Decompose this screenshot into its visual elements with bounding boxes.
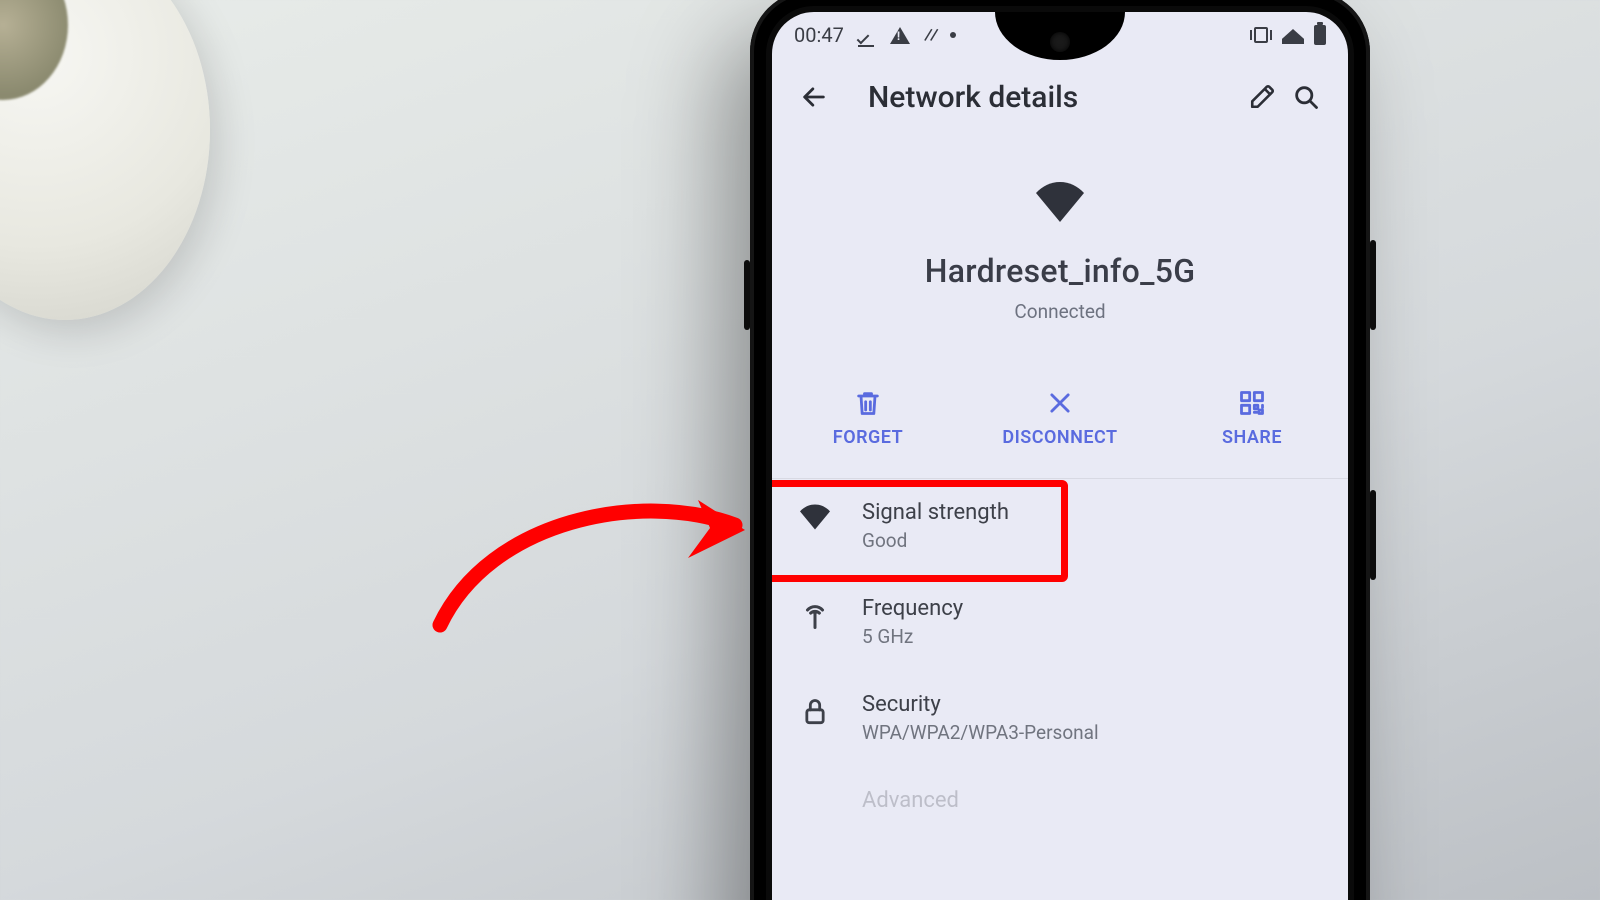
antenna-icon <box>798 596 832 630</box>
phone-screen: 00:47 ⁄⁄ Network details <box>772 12 1348 900</box>
lock-icon <box>798 692 832 726</box>
traffic-icon: ⁄⁄ <box>924 23 936 47</box>
arrow-back-icon <box>800 83 828 111</box>
signal-strength-value: Good <box>862 529 1009 552</box>
status-time: 00:47 <box>794 23 844 47</box>
network-state: Connected <box>772 300 1348 323</box>
advanced-title: Advanced <box>862 788 959 813</box>
warning-icon <box>890 27 910 44</box>
wifi-status-icon <box>1282 26 1304 44</box>
annotation-arrow <box>430 480 770 664</box>
network-header: Hardreset_info_5G Connected <box>772 142 1348 353</box>
app-bar: Network details <box>772 58 1348 136</box>
action-row: FORGET DISCONNECT SHARE <box>772 358 1348 479</box>
plant-pot-decor <box>0 0 210 320</box>
frequency-row[interactable]: Frequency 5 GHz <box>772 574 1348 670</box>
share-label: SHARE <box>1222 427 1282 448</box>
security-row[interactable]: Security WPA/WPA2/WPA3-Personal <box>772 670 1348 766</box>
wifi-icon <box>798 500 832 530</box>
signal-strength-title: Signal strength <box>862 500 1009 525</box>
search-button[interactable] <box>1284 75 1328 119</box>
search-icon <box>1292 83 1320 111</box>
frequency-value: 5 GHz <box>862 625 963 648</box>
advanced-row[interactable]: Advanced <box>772 766 1348 835</box>
back-button[interactable] <box>792 75 836 119</box>
forget-button[interactable]: FORGET <box>772 358 964 478</box>
close-icon <box>1046 389 1074 417</box>
signal-strength-row[interactable]: Signal strength Good <box>772 478 1348 574</box>
battery-icon <box>1314 25 1326 45</box>
network-details-list: Signal strength Good Frequency 5 GHz <box>772 478 1348 835</box>
share-button[interactable]: SHARE <box>1156 358 1348 478</box>
frequency-title: Frequency <box>862 596 963 621</box>
page-title: Network details <box>868 80 1078 115</box>
forget-label: FORGET <box>833 427 903 448</box>
download-done-icon <box>858 26 876 44</box>
network-ssid: Hardreset_info_5G <box>772 252 1348 290</box>
phone-side-button-right-2 <box>1370 490 1376 580</box>
more-notifications-icon <box>950 32 956 38</box>
phone-frame: 00:47 ⁄⁄ Network details <box>750 0 1370 900</box>
qr-icon <box>1238 389 1266 417</box>
pencil-icon <box>1249 84 1275 110</box>
phone-side-button-right-1 <box>1370 240 1376 330</box>
security-value: WPA/WPA2/WPA3-Personal <box>862 721 1099 744</box>
phone-side-button-left <box>744 260 750 330</box>
wifi-large-icon <box>1036 182 1084 226</box>
disconnect-button[interactable]: DISCONNECT <box>964 358 1156 478</box>
vibrate-icon <box>1250 27 1272 43</box>
edit-button[interactable] <box>1240 75 1284 119</box>
disconnect-label: DISCONNECT <box>1002 427 1117 448</box>
trash-icon <box>854 389 882 417</box>
security-title: Security <box>862 692 1099 717</box>
